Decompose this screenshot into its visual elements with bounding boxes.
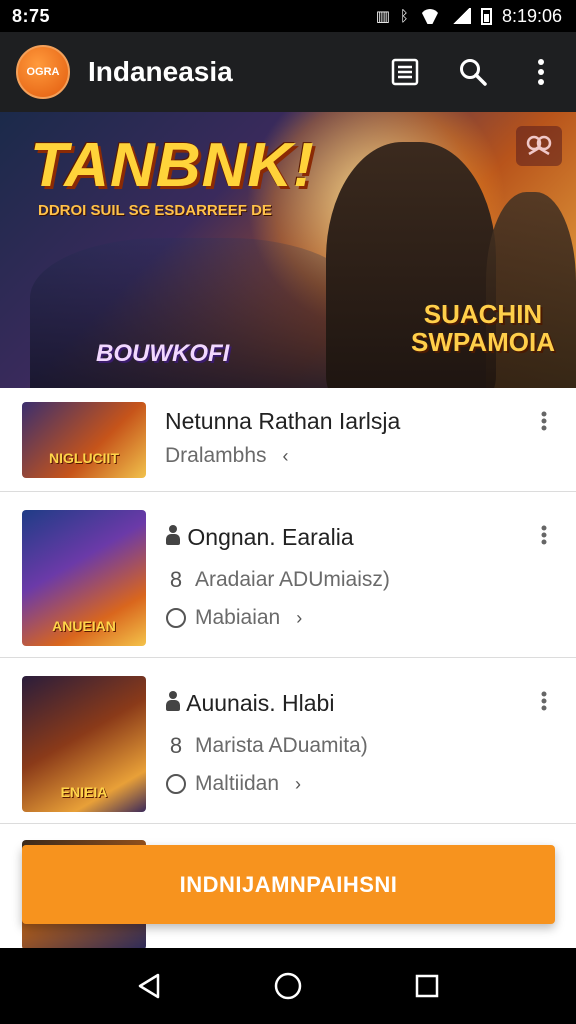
hero-badge-right: SUACHIN SWPAMOIA	[411, 299, 555, 357]
item-author: 8 Marista ADuamita)	[165, 733, 368, 758]
back-icon[interactable]	[129, 966, 169, 1006]
chevron-right-icon: ›	[295, 773, 302, 794]
notification-icon: ▥	[375, 8, 390, 25]
item-title-row: Ongnan. Earalia	[165, 524, 354, 551]
link-icon: 8	[169, 567, 183, 592]
app-bar-actions	[386, 53, 560, 91]
app-logo[interactable]: OGRA	[16, 45, 70, 99]
clock-icon	[165, 607, 187, 629]
list-icon[interactable]	[386, 53, 424, 91]
hero-subtitle: DDROI SUIL SG ESDARREEF DE	[38, 202, 272, 219]
app-title: Indaneasia	[88, 56, 233, 87]
chevron-left-icon: ‹	[282, 445, 289, 466]
item-thumbnail: ANUEIAN	[22, 510, 146, 646]
more-vert-icon[interactable]	[534, 686, 554, 716]
more-vert-icon[interactable]	[534, 520, 554, 550]
recents-icon[interactable]	[407, 966, 447, 1006]
thumbnail-text: ENIEIA	[60, 784, 108, 800]
search-icon[interactable]	[454, 53, 492, 91]
chevron-right-icon: ›	[296, 607, 303, 628]
link-icon: 8	[169, 733, 183, 758]
item-status-text: Maltiidan	[195, 772, 280, 795]
item-thumbnail: ENIEIA	[22, 676, 146, 812]
home-icon[interactable]	[268, 966, 308, 1006]
status-icons: ▥ ᛒ 8:19:06	[376, 6, 562, 27]
bluetooth-icon: ᛒ	[399, 7, 409, 25]
app-bar: OGRA Indaneasia	[0, 32, 576, 112]
system-nav-bar	[0, 948, 576, 1024]
list-item[interactable]: NIGLUCIIT Netunna Rathan Iarlsja Dralamb…	[0, 388, 576, 492]
app-screen: 8:75 ▥ ᛒ 8:19:06 OGRA Indaneasia TANBNK!…	[0, 0, 576, 1024]
item-status: Mabiaian ›	[165, 606, 310, 630]
item-title: Ongnan. Earalia	[187, 524, 354, 550]
list-item[interactable]: ENIEIA Auunais. Hlabi 8 Marista ADuamita…	[0, 658, 576, 824]
signal-icon	[450, 8, 471, 24]
battery-icon	[480, 7, 492, 25]
hero-side-character	[486, 192, 576, 388]
person-icon	[165, 525, 181, 545]
item-meta-text: Dralambhs	[165, 444, 267, 467]
wifi-icon	[419, 8, 441, 24]
person-icon	[165, 691, 181, 711]
item-author: 8 Aradaiar ADUmiaisz)	[165, 567, 390, 592]
hero-title: TANBNK!	[30, 131, 315, 200]
hero-banner[interactable]: TANBNK! DDROI SUIL SG ESDARREEF DE BOUWK…	[0, 112, 576, 388]
item-status-text: Mabiaian	[195, 606, 281, 629]
app-logo-text: OGRA	[26, 66, 60, 78]
item-title-row: Auunais. Hlabi	[165, 690, 334, 717]
list-item[interactable]: ANUEIAN Ongnan. Earalia 8 Aradaiar ADUmi…	[0, 492, 576, 658]
status-bar: 8:75 ▥ ᛒ 8:19:06	[0, 0, 576, 32]
more-vert-icon[interactable]	[522, 53, 560, 91]
primary-cta-button[interactable]: INDNIJAMNPAIHSNI	[22, 845, 555, 924]
favorite-icon[interactable]	[516, 126, 562, 166]
status-time-left: 8:75	[12, 5, 51, 26]
thumbnail-text: ANUEIAN	[52, 618, 116, 634]
more-vert-icon[interactable]	[534, 406, 554, 436]
item-title: Auunais. Hlabi	[186, 690, 335, 716]
item-status: Maltiidan ›	[165, 772, 309, 796]
item-meta: Dralambhs ‹	[165, 444, 297, 468]
item-author-text: Aradaiar ADUmiaisz)	[195, 568, 390, 591]
status-time-right: 8:19:06	[501, 5, 562, 26]
hero-badge-left: BOUWKOFI	[96, 340, 230, 367]
item-thumbnail: NIGLUCIIT	[22, 402, 146, 478]
item-title: Netunna Rathan Iarlsja	[165, 408, 401, 434]
clock-icon	[165, 773, 187, 795]
item-author-text: Marista ADuamita)	[195, 734, 368, 757]
thumbnail-text: NIGLUCIIT	[49, 450, 119, 466]
